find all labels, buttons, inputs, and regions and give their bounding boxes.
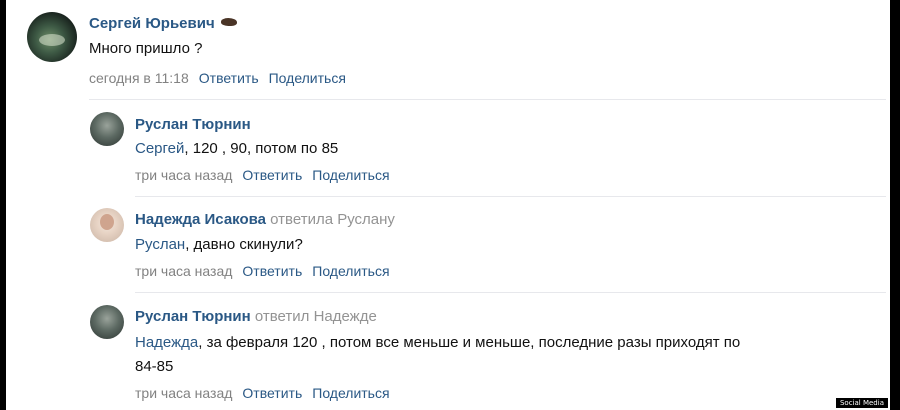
comment-meta: три часа назад Ответить Поделиться — [135, 167, 390, 183]
divider — [89, 99, 886, 100]
comment-meta: три часа назад Ответить Поделиться — [135, 263, 390, 279]
mention-link[interactable]: Руслан — [135, 236, 185, 253]
comment-body: , за февраля 120 , потом все меньше и ме… — [198, 334, 741, 351]
share-button[interactable]: Поделиться — [312, 167, 389, 183]
replied-to-label[interactable]: ответила Руслану — [270, 211, 395, 228]
share-button[interactable]: Поделиться — [312, 263, 389, 279]
timestamp: сегодня в 11:18 — [89, 70, 189, 86]
author-name[interactable]: Руслан Тюрнин — [135, 308, 251, 325]
comment-text: Надежда, за февраля 120 , потом все мень… — [135, 334, 740, 351]
reply-button[interactable]: Ответить — [199, 70, 259, 86]
reply-button[interactable]: Ответить — [242, 167, 302, 183]
timestamp: три часа назад — [135, 167, 233, 183]
right-frame-border — [890, 0, 900, 410]
author-name[interactable]: Сергей Юрьевич — [89, 15, 215, 32]
comment-text: Руслан, давно скинули? — [135, 236, 303, 253]
comment-meta: сегодня в 11:18 Ответить Поделиться — [89, 70, 346, 86]
timestamp: три часа назад — [135, 385, 233, 401]
author-name[interactable]: Руслан Тюрнин — [135, 116, 251, 133]
divider — [135, 196, 886, 197]
comment-text-line2: 84-85 — [135, 358, 174, 375]
reply-button[interactable]: Ответить — [242, 263, 302, 279]
hedgehog-emoji-icon — [220, 18, 237, 26]
avatar[interactable] — [90, 305, 124, 339]
share-button[interactable]: Поделиться — [312, 385, 389, 401]
replied-to-label[interactable]: ответил Надежде — [255, 308, 377, 325]
watermark-label: Social Media — [835, 398, 888, 408]
divider — [135, 292, 886, 293]
share-button[interactable]: Поделиться — [269, 70, 346, 86]
mention-link[interactable]: Надежда — [135, 334, 198, 351]
comment-text: Много пришло ? — [89, 40, 203, 57]
comment-meta: три часа назад Ответить Поделиться — [135, 385, 390, 401]
avatar[interactable] — [90, 112, 124, 146]
comment-body: , давно скинули? — [185, 236, 303, 253]
left-frame-border — [0, 0, 6, 410]
avatar[interactable] — [27, 12, 77, 62]
avatar[interactable] — [90, 208, 124, 242]
comment-body: , 120 , 90, потом по 85 — [184, 140, 339, 157]
author-name[interactable]: Надежда Исакова — [135, 211, 266, 228]
reply-button[interactable]: Ответить — [242, 385, 302, 401]
timestamp: три часа назад — [135, 263, 233, 279]
comment-text: Сергей, 120 , 90, потом по 85 — [135, 140, 338, 157]
mention-link[interactable]: Сергей — [135, 140, 184, 157]
